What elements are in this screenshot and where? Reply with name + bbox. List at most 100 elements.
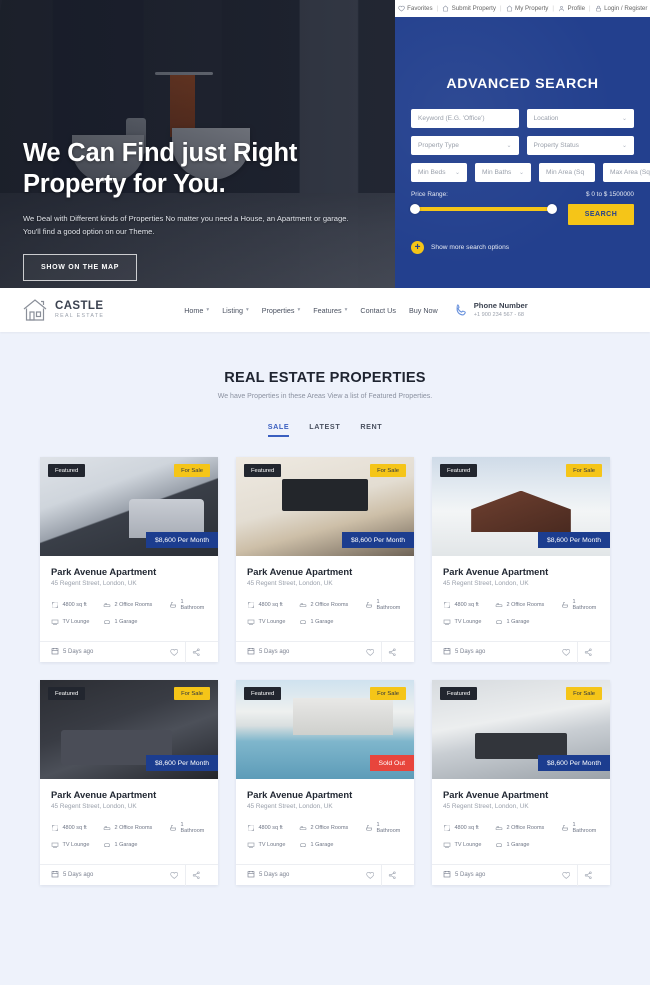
property-title[interactable]: Park Avenue Apartment bbox=[51, 789, 207, 800]
posted-time-label: 5 Days ago bbox=[63, 872, 94, 878]
property-card[interactable]: Featured For Sale Sold Out Park Avenue A… bbox=[236, 680, 414, 886]
keyword-placeholder: Keyword (E.G. 'Office') bbox=[418, 115, 485, 122]
property-image[interactable]: Featured For Sale $8,600 Per Month bbox=[432, 680, 610, 779]
nav-label-contact-us: Contact Us bbox=[360, 305, 396, 315]
feature-icon-4 bbox=[103, 618, 111, 626]
favorite-heart-icon[interactable] bbox=[359, 642, 381, 663]
feature-label: 1 Garage bbox=[310, 619, 334, 625]
property-card[interactable]: Featured For Sale $8,600 Per Month Park … bbox=[432, 680, 610, 886]
property-image[interactable]: Featured For Sale $8,600 Per Month bbox=[40, 457, 218, 556]
topbar-item-submit-property[interactable]: Submit Property bbox=[438, 5, 500, 12]
card-actions bbox=[359, 864, 403, 886]
nav-item-features[interactable]: Features ▾ bbox=[313, 306, 347, 315]
slider-handle-min[interactable] bbox=[410, 204, 420, 214]
price-badge: $8,600 Per Month bbox=[341, 532, 414, 548]
property-card[interactable]: Featured For Sale $8,600 Per Month Park … bbox=[40, 457, 218, 663]
feature-label: TV Lounge bbox=[258, 619, 286, 625]
price-range-section: Price Range: $ 0 to $ 1500000 SEARCH bbox=[410, 191, 634, 225]
topbar-item-my-property[interactable]: My Property bbox=[502, 5, 553, 12]
property-card[interactable]: Featured For Sale $8,600 Per Month Park … bbox=[432, 457, 610, 663]
location-placeholder: Location bbox=[533, 115, 559, 122]
feature-label: 2 Office Rooms bbox=[114, 602, 153, 608]
min-beds-select[interactable]: Min Beds ⌄ bbox=[411, 163, 467, 182]
feature-icon-1 bbox=[103, 601, 111, 609]
topbar-item-login-register[interactable]: Login / Register bbox=[591, 5, 650, 12]
price-badge: $8,600 Per Month bbox=[145, 755, 218, 771]
brand-logo[interactable]: CASTLE REAL ESTATE bbox=[22, 298, 104, 322]
hero-title-line2: Property for You. bbox=[23, 170, 226, 198]
property-feature: 1 Garage bbox=[103, 841, 169, 849]
show-on-map-button[interactable]: SHOW ON THE MAP bbox=[23, 254, 138, 281]
tab-latest[interactable]: LATEST bbox=[309, 422, 340, 437]
topbar-item-profile[interactable]: Profile bbox=[554, 5, 589, 12]
chevron-down-icon: ⌄ bbox=[454, 170, 460, 176]
share-icon[interactable] bbox=[185, 864, 207, 886]
search-row-1: Keyword (E.G. 'Office') Location ⌄ bbox=[411, 109, 634, 128]
nav-item-listing[interactable]: Listing ▾ bbox=[222, 306, 249, 315]
favorite-heart-icon[interactable] bbox=[359, 865, 381, 886]
posted-time-label: 5 Days ago bbox=[455, 649, 486, 655]
nav-item-contact-us[interactable]: Contact Us bbox=[360, 306, 396, 315]
share-icon[interactable] bbox=[381, 641, 403, 663]
property-features: 4800 sq ft 2 Office Rooms 1 Bathroom TV … bbox=[443, 822, 599, 849]
phone-block[interactable]: Phone Number +1 900 234 567 - 68 bbox=[454, 301, 528, 318]
utility-topbar: Favorites | Submit Property | My Propert… bbox=[395, 0, 650, 17]
property-image[interactable]: Featured For Sale $8,600 Per Month bbox=[432, 457, 610, 556]
property-image[interactable]: Featured For Sale $8,600 Per Month bbox=[236, 457, 414, 556]
property-image[interactable]: Featured For Sale Sold Out bbox=[236, 680, 414, 779]
share-icon[interactable] bbox=[577, 641, 599, 663]
property-image[interactable]: Featured For Sale $8,600 Per Month bbox=[40, 680, 218, 779]
favorite-heart-icon[interactable] bbox=[163, 642, 185, 663]
property-title[interactable]: Park Avenue Apartment bbox=[443, 566, 599, 577]
share-icon[interactable] bbox=[577, 864, 599, 886]
max-area-input[interactable]: Max Area (Sq bbox=[603, 163, 650, 182]
status-badge: For Sale bbox=[566, 687, 602, 700]
feature-label: TV Lounge bbox=[454, 619, 482, 625]
nav-item-properties[interactable]: Properties ▾ bbox=[262, 306, 301, 315]
share-icon[interactable] bbox=[381, 864, 403, 886]
property-title[interactable]: Park Avenue Apartment bbox=[443, 789, 599, 800]
property-feature: TV Lounge bbox=[51, 841, 103, 849]
card-actions bbox=[163, 864, 207, 886]
feature-icon-1 bbox=[103, 824, 111, 832]
favorite-heart-icon[interactable] bbox=[163, 865, 185, 886]
property-type-select[interactable]: Property Type ⌄ bbox=[411, 136, 519, 155]
feature-label: 1 Garage bbox=[506, 619, 530, 625]
keyword-input[interactable]: Keyword (E.G. 'Office') bbox=[411, 109, 519, 128]
slider-handle-max[interactable] bbox=[547, 204, 557, 214]
featured-badge: Featured bbox=[48, 687, 86, 700]
status-badge: For Sale bbox=[370, 687, 406, 700]
nav-item-home[interactable]: Home ▾ bbox=[184, 306, 209, 315]
tab-sale[interactable]: SALE bbox=[267, 422, 290, 437]
topbar-item-favorites[interactable]: Favorites bbox=[394, 5, 437, 12]
tab-rent[interactable]: RENT bbox=[360, 422, 382, 437]
property-title[interactable]: Park Avenue Apartment bbox=[247, 789, 403, 800]
price-range-label: Price Range: bbox=[411, 191, 448, 198]
hero-title: We Can Find just Right Property for You. bbox=[23, 138, 373, 200]
favorite-heart-icon[interactable] bbox=[555, 865, 577, 886]
property-card[interactable]: Featured For Sale $8,600 Per Month Park … bbox=[236, 457, 414, 663]
house-logo-icon bbox=[22, 298, 48, 322]
price-badge: $8,600 Per Month bbox=[537, 532, 610, 548]
property-card-footer: 5 Days ago bbox=[40, 864, 218, 886]
search-button[interactable]: SEARCH bbox=[568, 204, 634, 225]
property-feature: 4800 sq ft bbox=[443, 822, 495, 834]
feature-label: 2 Office Rooms bbox=[506, 602, 545, 608]
nav-item-buy-now[interactable]: Buy Now bbox=[409, 306, 438, 315]
property-status-select[interactable]: Property Status ⌄ bbox=[526, 136, 634, 155]
property-card[interactable]: Featured For Sale $8,600 Per Month Park … bbox=[40, 680, 218, 886]
show-more-options-toggle[interactable]: + Show more search options bbox=[411, 241, 634, 254]
price-range-slider[interactable] bbox=[410, 204, 557, 214]
sold-out-badge: Sold Out bbox=[369, 755, 414, 771]
min-baths-select[interactable]: Min Baths ⌄ bbox=[475, 163, 531, 182]
phone-text: Phone Number +1 900 234 567 - 68 bbox=[474, 301, 528, 318]
calendar-icon bbox=[443, 647, 451, 657]
property-title[interactable]: Park Avenue Apartment bbox=[51, 566, 207, 577]
share-icon[interactable] bbox=[185, 641, 207, 663]
min-area-input[interactable]: Min Area (Sq bbox=[539, 163, 595, 182]
favorite-heart-icon[interactable] bbox=[555, 642, 577, 663]
feature-label: 4800 sq ft bbox=[62, 602, 87, 608]
location-select[interactable]: Location ⌄ bbox=[526, 109, 634, 128]
section-header: REAL ESTATE PROPERTIES We have Propertie… bbox=[0, 332, 650, 437]
property-title[interactable]: Park Avenue Apartment bbox=[247, 566, 403, 577]
